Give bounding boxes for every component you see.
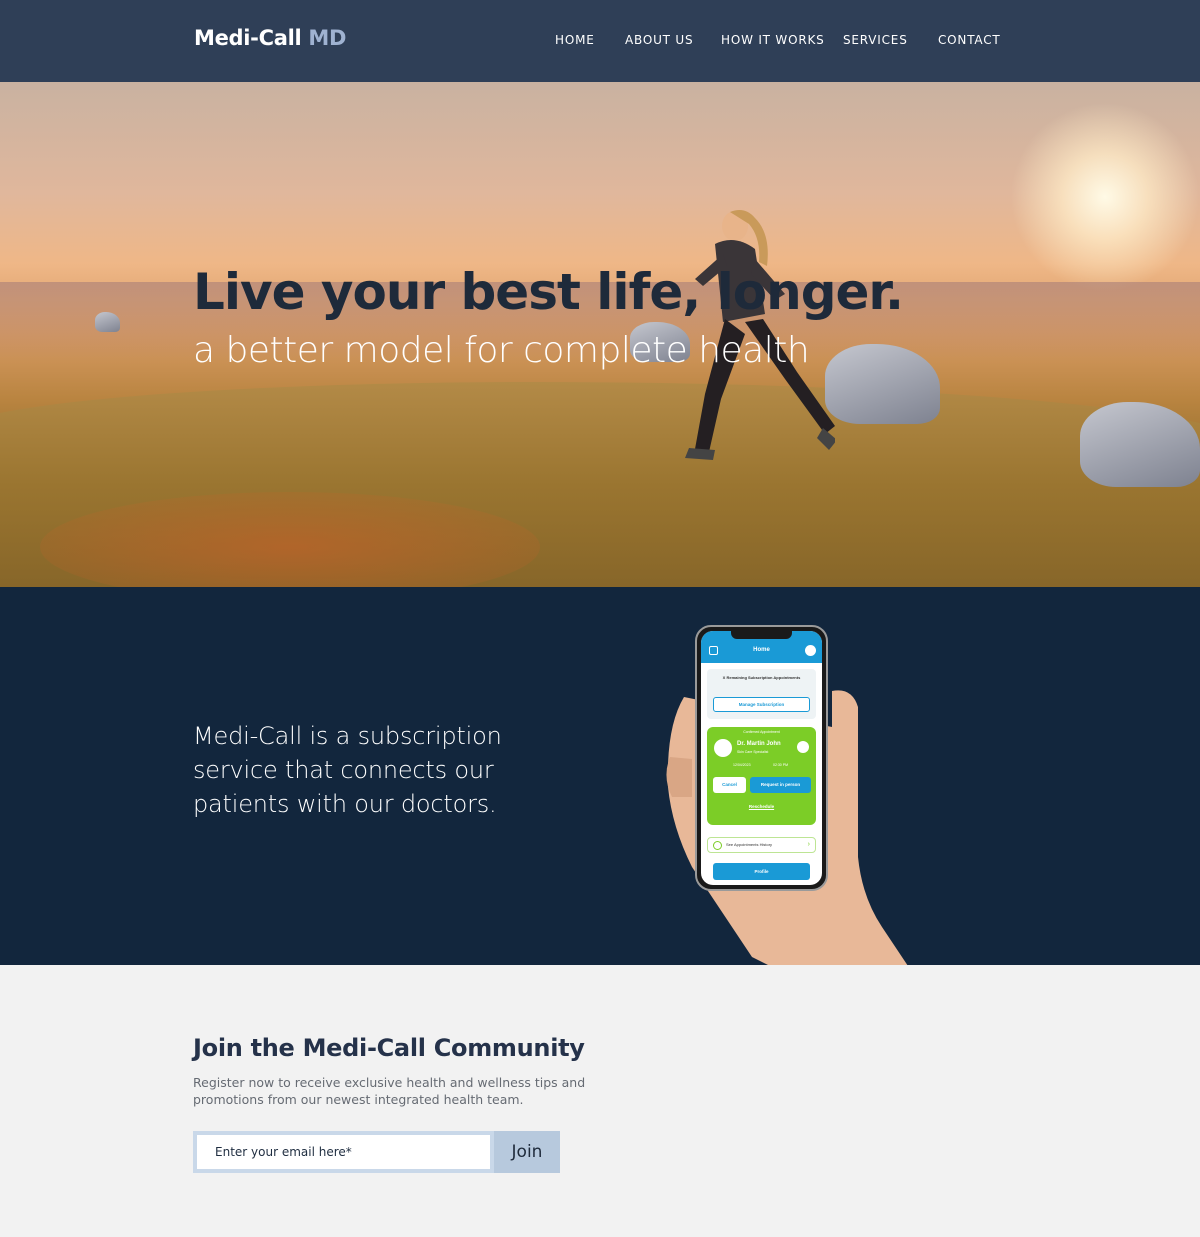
nav-link-home[interactable]: HOME bbox=[555, 33, 595, 47]
hero-rock bbox=[95, 312, 120, 332]
nav-link-how-it-works[interactable]: HOW IT WORKS bbox=[721, 33, 825, 47]
phone-notch bbox=[731, 631, 792, 639]
app-history-label: See Appointments History bbox=[726, 842, 773, 847]
app-subscription-text: X Remaining Subscription Appointments bbox=[722, 675, 801, 680]
join-description: Register now to receive exclusive health… bbox=[193, 1075, 586, 1107]
app-appointment-card: Confirmed Appointment Dr. Martin John Sk… bbox=[707, 727, 816, 825]
hero-rock bbox=[1080, 402, 1200, 487]
app-avatar-icon bbox=[805, 645, 816, 656]
hero-subtitle: a better model for complete health bbox=[193, 330, 810, 371]
app-history-link: See Appointments History › bbox=[707, 837, 816, 853]
main-nav: HOME ABOUT US HOW IT WORKS SERVICES CONT… bbox=[0, 33, 1200, 49]
app-profile-button: Profile bbox=[713, 863, 810, 880]
hero-sun-glow bbox=[1010, 102, 1200, 292]
join-button[interactable]: Join bbox=[494, 1131, 560, 1173]
app-header-title: Home bbox=[753, 647, 770, 653]
intro-text: Medi-Call is a subscription service that… bbox=[193, 722, 502, 818]
nav-link-about-us[interactable]: ABOUT US bbox=[625, 33, 693, 47]
site-header: Medi-Call MD HOME ABOUT US HOW IT WORKS … bbox=[0, 0, 1200, 82]
email-field-wrapper bbox=[193, 1131, 494, 1173]
app-cancel-button: Cancel bbox=[713, 777, 746, 793]
app-appointment-date: 12/04/2023 bbox=[733, 763, 751, 767]
join-title: Join the Medi-Call Community bbox=[193, 1034, 585, 1062]
app-reschedule-link: Reschedule bbox=[748, 804, 775, 809]
phone-screen: Home X Remaining Subscription Appointmen… bbox=[701, 631, 822, 885]
app-doctor-specialty: Skin Care Specialist bbox=[737, 750, 769, 754]
hero-title: Live your best life, longer. bbox=[193, 263, 904, 321]
app-video-call-icon bbox=[797, 741, 809, 753]
app-doctor-name: Dr. Martin John bbox=[737, 741, 781, 747]
intro-section: Medi-Call is a subscription service that… bbox=[0, 587, 1200, 965]
phone-mockup: Home X Remaining Subscription Appointmen… bbox=[695, 625, 828, 891]
chevron-right-icon: › bbox=[807, 841, 810, 848]
app-request-button: Request in person bbox=[750, 777, 811, 793]
app-doctor-avatar bbox=[714, 739, 732, 757]
hero-banner: Live your best life, longer. a better mo… bbox=[0, 82, 1200, 587]
nav-link-services[interactable]: SERVICES bbox=[843, 33, 908, 47]
nav-link-contact[interactable]: CONTACT bbox=[938, 33, 1001, 47]
email-input[interactable] bbox=[197, 1135, 490, 1169]
app-manage-subscription-button: Manage Subscription bbox=[713, 697, 810, 712]
app-confirmed-label: Confirmed Appointment bbox=[743, 730, 780, 734]
app-subscription-card: X Remaining Subscription Appointments Ma… bbox=[707, 669, 816, 719]
app-appointment-time: 02:30 PM bbox=[773, 763, 788, 767]
